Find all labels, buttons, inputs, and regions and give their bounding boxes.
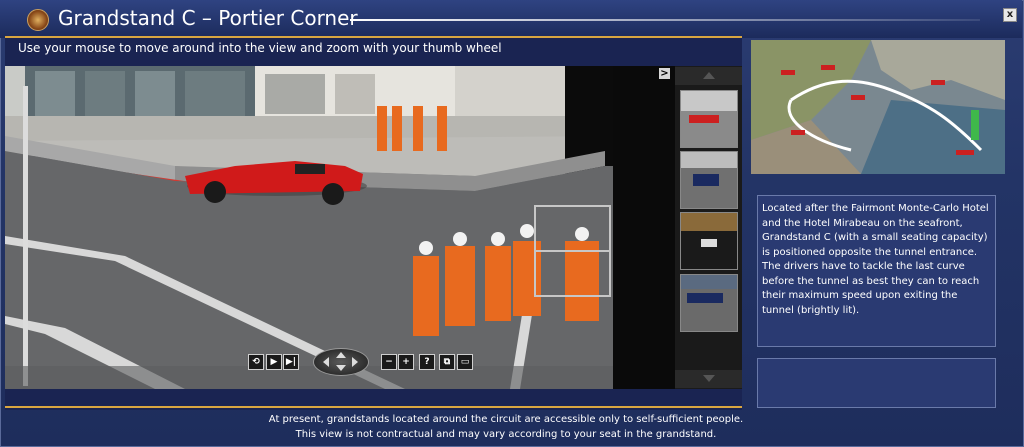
thumbnail-image [681,91,737,147]
thumbnail-image [681,275,737,331]
play-button[interactable]: ▶ [266,354,282,370]
window-mode-button[interactable]: ▭ [457,354,473,370]
thumbnails-scroll-down-button[interactable] [675,370,742,388]
footer-divider [5,406,742,408]
thumbnail-image [681,213,737,269]
next-view-button[interactable]: ▶| [283,354,299,370]
title-bar: Grandstand C – Portier Corner [0,0,1022,38]
arrow-up-icon [703,72,715,79]
close-button[interactable]: x [1003,8,1017,22]
pan-down-icon [336,365,346,371]
circuit-map-image [751,40,1005,174]
thumbnails-scroll-up-button[interactable] [675,67,742,85]
title-divider [350,19,980,21]
reset-view-button[interactable]: ⟲ [248,354,264,370]
viewer-instructions: Use your mouse to move around into the v… [18,41,502,55]
info-box [757,358,996,408]
zoom-out-button[interactable]: − [381,354,397,370]
thumbnail-view-1[interactable] [680,90,738,148]
footer-line-1: At present, grandstands located around t… [268,414,744,425]
thumbnail-view-2[interactable] [680,151,738,209]
zoom-in-button[interactable]: + [398,354,414,370]
thumbnail-image [681,152,737,208]
pan-left-icon [323,357,329,367]
collapse-thumbnails-button[interactable]: > [659,68,670,79]
footer-notice: At present, grandstands located around t… [0,412,1022,442]
thumbnail-view-4[interactable] [680,274,738,332]
arrow-down-icon [703,375,715,382]
panorama-view[interactable] [5,66,613,389]
fullscreen-button[interactable]: ⧉ [439,354,455,370]
circuit-map[interactable] [751,40,1005,174]
window-title: Grandstand C – Portier Corner [58,6,358,30]
grandstand-description-box: Located after the Fairmont Monte-Carlo H… [757,195,996,347]
pan-joystick[interactable] [313,348,369,376]
monaco-crest-icon [27,9,49,31]
grandstand-description: Located after the Fairmont Monte-Carlo H… [762,203,989,316]
help-button[interactable]: ? [419,354,435,370]
thumbnail-view-3[interactable] [680,212,738,270]
pan-right-icon [352,357,358,367]
pan-up-icon [336,352,346,358]
panorama-image [5,66,613,389]
footer-line-2: This view is not contractual and may var… [295,429,717,440]
